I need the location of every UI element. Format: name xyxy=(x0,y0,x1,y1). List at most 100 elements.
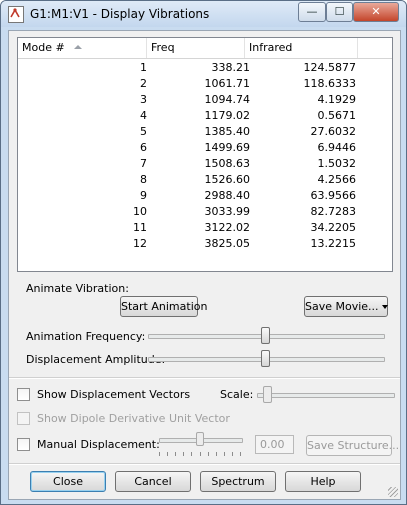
infrared-cell: 124.5877 xyxy=(303,61,357,74)
table-row[interactable]: 4 1179.02 0.5671 xyxy=(18,108,392,124)
mode-cell: 8 xyxy=(140,173,147,186)
infrared-cell: 4.2566 xyxy=(317,173,357,186)
scale-slider[interactable] xyxy=(263,386,272,403)
close-button[interactable]: Close xyxy=(30,471,106,492)
column-header-infrared-label: Infrared xyxy=(249,41,293,54)
close-icon: ✕ xyxy=(371,5,381,18)
mode-cell: 10 xyxy=(133,205,147,218)
manual-displacement-label: Manual Displacement: xyxy=(37,438,160,451)
list-rows: 1 338.21 124.5877 2 1061.71 118.6333 3 1094.74 4… xyxy=(18,60,392,252)
infrared-cell: 6.9446 xyxy=(317,141,357,154)
resize-grip-icon[interactable] xyxy=(388,487,398,497)
table-row[interactable]: 3 1094.74 4.1929 xyxy=(18,92,392,108)
scale-label: Scale: xyxy=(220,388,254,401)
infrared-cell: 27.6032 xyxy=(310,125,357,138)
table-row[interactable]: 12 3825.05 13.2215 xyxy=(18,236,392,252)
freq-cell: 338.21 xyxy=(211,61,251,74)
infrared-cell: 0.5671 xyxy=(317,109,357,122)
freq-cell: 1094.74 xyxy=(204,93,251,106)
save-movie-button[interactable]: Save Movie... xyxy=(304,296,388,317)
slider-tick xyxy=(232,452,233,456)
table-row[interactable]: 5 1385.40 27.6032 xyxy=(18,124,392,140)
spectrum-button[interactable]: Spectrum xyxy=(200,471,276,492)
slider-tick xyxy=(216,452,217,456)
chevron-down-icon xyxy=(381,305,388,309)
table-row[interactable]: 10 3033.99 82.7283 xyxy=(18,204,392,220)
infrared-cell: 1.5032 xyxy=(317,157,357,170)
window-title: G1:M1:V1 - Display Vibrations xyxy=(30,7,210,21)
table-row[interactable]: 9 2988.40 63.9566 xyxy=(18,188,392,204)
freq-cell: 1499.69 xyxy=(204,141,251,154)
manual-displacement-slider[interactable] xyxy=(196,432,204,446)
app-icon xyxy=(8,6,24,23)
title-bar[interactable]: G1:M1:V1 - Display Vibrations — ☐ ✕ xyxy=(1,1,406,27)
divider xyxy=(9,463,400,465)
column-header-infrared[interactable]: Infrared xyxy=(245,38,358,58)
cancel-button[interactable]: Cancel xyxy=(115,471,191,492)
slider-tick xyxy=(167,452,168,456)
column-header-freq[interactable]: Freq xyxy=(147,38,245,58)
mode-cell: 3 xyxy=(140,93,147,106)
minimize-button[interactable]: — xyxy=(298,2,326,22)
table-row[interactable]: 6 1499.69 6.9446 xyxy=(18,140,392,156)
table-row[interactable]: 1 338.21 124.5877 xyxy=(18,60,392,76)
maximize-icon: ☐ xyxy=(334,5,345,18)
animation-frequency-label: Animation Frequency: xyxy=(26,330,146,343)
freq-cell: 3825.05 xyxy=(204,237,251,250)
divider xyxy=(9,377,400,379)
maximize-button[interactable]: ☐ xyxy=(326,2,353,22)
mode-cell: 1 xyxy=(140,61,147,74)
animation-frequency-slider[interactable] xyxy=(261,327,270,344)
freq-cell: 3122.02 xyxy=(204,221,251,234)
manual-displacement-checkbox[interactable] xyxy=(17,438,30,451)
slider-tick xyxy=(159,452,160,456)
freq-cell: 1526.60 xyxy=(204,173,251,186)
help-button[interactable]: Help xyxy=(285,471,361,492)
show-dipole-vector-label: Show Dipole Derivative Unit Vector xyxy=(37,412,230,425)
slider-tick xyxy=(240,452,241,456)
manual-displacement-ticks xyxy=(159,452,241,456)
column-header-mode[interactable]: Mode # xyxy=(18,38,147,58)
mode-cell: 12 xyxy=(133,237,147,250)
mode-cell: 6 xyxy=(140,141,147,154)
slider-tick xyxy=(208,452,209,456)
slider-tick xyxy=(175,452,176,456)
mode-cell: 7 xyxy=(140,157,147,170)
freq-cell: 3033.99 xyxy=(204,205,251,218)
show-displacement-vectors-label: Show Displacement Vectors xyxy=(37,388,191,401)
mode-cell: 9 xyxy=(140,189,147,202)
freq-cell: 1179.02 xyxy=(204,109,251,122)
animate-vibration-label: Animate Vibration: xyxy=(26,282,129,295)
table-row[interactable]: 11 3122.02 34.2205 xyxy=(18,220,392,236)
slider-tick xyxy=(191,452,192,456)
minimize-icon: — xyxy=(306,5,318,18)
displacement-amplitude-slider[interactable] xyxy=(261,350,270,367)
mode-cell: 4 xyxy=(140,109,147,122)
infrared-cell: 82.7283 xyxy=(310,205,357,218)
infrared-cell: 118.6333 xyxy=(303,77,357,90)
slider-tick xyxy=(224,452,225,456)
start-animation-button[interactable]: Start Animation xyxy=(120,296,207,317)
show-displacement-vectors-checkbox[interactable] xyxy=(17,388,30,401)
column-header-freq-label: Freq xyxy=(151,41,175,54)
table-row[interactable]: 7 1508.63 1.5032 xyxy=(18,156,392,172)
scale-track xyxy=(257,393,395,398)
infrared-cell: 13.2215 xyxy=(310,237,357,250)
mode-cell: 2 xyxy=(140,77,147,90)
show-dipole-vector-checkbox[interactable] xyxy=(17,412,30,425)
table-row[interactable]: 8 1526.60 4.2566 xyxy=(18,172,392,188)
displacement-amplitude-label: Displacement Amplitude: xyxy=(26,353,166,366)
manual-displacement-value[interactable]: 0.00 xyxy=(255,435,294,454)
freq-cell: 1061.71 xyxy=(204,77,251,90)
vibration-list[interactable]: Mode # Freq Infrared 1 338.21 124.5877 2 106… xyxy=(17,37,393,272)
close-window-button[interactable]: ✕ xyxy=(353,2,399,22)
freq-cell: 1508.63 xyxy=(204,157,251,170)
save-structure-button[interactable]: Save Structure... xyxy=(306,435,399,456)
infrared-cell: 63.9566 xyxy=(310,189,357,202)
list-header: Mode # Freq Infrared xyxy=(18,38,392,59)
dialog-client-area: Mode # Freq Infrared 1 338.21 124.5877 2 106… xyxy=(8,30,401,500)
mode-cell: 5 xyxy=(140,125,147,138)
sort-ascending-icon xyxy=(74,45,82,49)
freq-cell: 1385.40 xyxy=(204,125,251,138)
table-row[interactable]: 2 1061.71 118.6333 xyxy=(18,76,392,92)
